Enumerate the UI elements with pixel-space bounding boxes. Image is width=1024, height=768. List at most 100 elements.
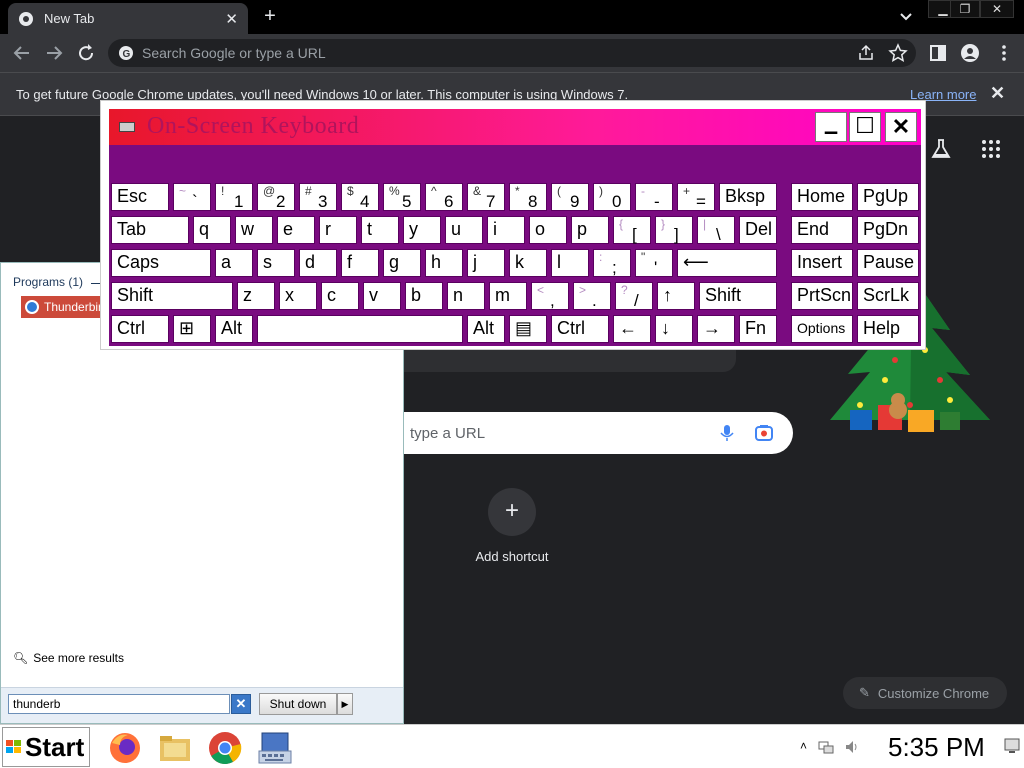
osk-key-0-4[interactable]: #3 <box>299 183 337 211</box>
bookmark-star-icon[interactable] <box>888 43 908 63</box>
osk-key-4-9[interactable]: → <box>697 315 735 343</box>
show-hidden-icons-button[interactable]: ˄ <box>800 739 807 753</box>
osk-key-1-13[interactable]: | \ <box>697 216 735 244</box>
osk-key-0-7[interactable]: ^ 6 <box>425 183 463 211</box>
start-button[interactable]: Start <box>2 727 90 767</box>
osk-key-1-0[interactable]: Tab <box>111 216 189 244</box>
osk-key-4-1[interactable]: ⊞ <box>173 315 211 343</box>
osk-title-bar[interactable]: On-Screen Keyboard ▁ ☐ ✕ <box>109 109 921 145</box>
osk-key-3-13[interactable]: PrtScn <box>791 282 853 310</box>
osk-key-1-3[interactable]: e <box>277 216 315 244</box>
osk-key-4-7[interactable]: ← <box>613 315 651 343</box>
side-panel-icon[interactable] <box>928 43 948 63</box>
osk-key-2-6[interactable]: h <box>425 249 463 277</box>
osk-key-1-10[interactable]: p <box>571 216 609 244</box>
shut-down-button[interactable]: Shut down <box>259 693 337 715</box>
osk-key-0-5[interactable]: $4 <box>341 183 379 211</box>
osk-minimize-button[interactable]: ▁ <box>815 112 847 142</box>
osk-key-1-8[interactable]: i <box>487 216 525 244</box>
osk-key-1-7[interactable]: u <box>445 216 483 244</box>
osk-key-2-7[interactable]: j <box>467 249 505 277</box>
reload-icon[interactable] <box>74 41 98 65</box>
osk-key-4-12[interactable]: Help <box>857 315 919 343</box>
osk-key-2-14[interactable]: Pause <box>857 249 919 277</box>
address-input[interactable] <box>142 45 916 61</box>
osk-key-2-2[interactable]: s <box>257 249 295 277</box>
osk-key-3-12[interactable]: Shift <box>699 282 777 310</box>
file-explorer-icon[interactable] <box>156 729 194 767</box>
menu-kebab-icon[interactable] <box>994 43 1014 63</box>
osk-key-1-16[interactable]: PgDn <box>857 216 919 244</box>
osk-key-0-9[interactable]: * 8 <box>509 183 547 211</box>
start-search-input[interactable] <box>8 694 230 714</box>
osk-key-0-8[interactable]: & 7 <box>467 183 505 211</box>
osk-key-3-1[interactable]: z <box>237 282 275 310</box>
osk-key-4-3[interactable] <box>257 315 463 343</box>
osk-key-1-2[interactable]: w <box>235 216 273 244</box>
shut-down-options-arrow[interactable]: ▶ <box>337 693 353 715</box>
osk-maximize-button[interactable]: ☐ <box>849 112 881 142</box>
osk-key-3-2[interactable]: x <box>279 282 317 310</box>
network-icon[interactable] <box>818 739 834 755</box>
profile-avatar-icon[interactable] <box>960 43 980 63</box>
see-more-results-link[interactable]: 🔍︎ See more results <box>13 651 124 665</box>
microphone-icon[interactable] <box>717 423 737 443</box>
clear-search-button[interactable]: ✕ <box>231 694 251 714</box>
tab-close-button[interactable]: ✕ <box>225 10 238 28</box>
osk-close-button[interactable]: ✕ <box>885 112 917 142</box>
add-shortcut-tile[interactable]: + Add shortcut <box>472 488 552 564</box>
show-desktop-icon[interactable] <box>1004 737 1020 755</box>
infobar-close-button[interactable]: ✕ <box>990 83 1005 104</box>
osk-key-2-10[interactable]: :; <box>593 249 631 277</box>
osk-key-4-11[interactable]: Options <box>791 315 853 343</box>
osk-key-4-2[interactable]: Alt <box>215 315 253 343</box>
osk-key-2-11[interactable]: " ' <box>635 249 673 277</box>
address-bar[interactable]: G <box>108 39 916 67</box>
osk-key-3-10[interactable]: ? / <box>615 282 653 310</box>
osk-key-4-5[interactable]: ▤ <box>509 315 547 343</box>
on-screen-keyboard-taskbar-icon[interactable] <box>256 729 294 767</box>
osk-key-0-16[interactable]: PgUp <box>857 183 919 211</box>
osk-key-2-5[interactable]: g <box>383 249 421 277</box>
search-result-thunderbird[interactable]: Thunderbird <box>21 296 103 318</box>
share-icon[interactable] <box>856 43 876 63</box>
osk-key-2-13[interactable]: Insert <box>791 249 853 277</box>
labs-flask-icon[interactable] <box>928 136 954 162</box>
osk-key-0-1[interactable]: ~ ` <box>173 183 211 211</box>
osk-key-0-0[interactable]: Esc <box>111 183 169 211</box>
close-window-button[interactable]: ✕ <box>980 0 1014 18</box>
back-icon[interactable] <box>10 41 34 65</box>
osk-key-4-0[interactable]: Ctrl <box>111 315 169 343</box>
osk-key-4-10[interactable]: Fn <box>739 315 777 343</box>
osk-key-1-4[interactable]: r <box>319 216 357 244</box>
osk-key-2-9[interactable]: l <box>551 249 589 277</box>
osk-key-3-9[interactable]: >. <box>573 282 611 310</box>
osk-key-3-7[interactable]: m <box>489 282 527 310</box>
osk-key-2-3[interactable]: d <box>299 249 337 277</box>
osk-key-4-4[interactable]: Alt <box>467 315 505 343</box>
osk-key-0-3[interactable]: @2 <box>257 183 295 211</box>
osk-key-0-13[interactable]: + = <box>677 183 715 211</box>
osk-key-2-1[interactable]: a <box>215 249 253 277</box>
osk-key-0-14[interactable]: Bksp <box>719 183 777 211</box>
osk-key-2-0[interactable]: Caps <box>111 249 211 277</box>
osk-key-3-6[interactable]: n <box>447 282 485 310</box>
ntp-search-box[interactable]: type a URL <box>404 412 793 454</box>
osk-key-0-15[interactable]: Home <box>791 183 853 211</box>
osk-key-0-2[interactable]: ! 1 <box>215 183 253 211</box>
customize-chrome-button[interactable]: ✎ Customize Chrome <box>843 677 1007 709</box>
osk-key-3-5[interactable]: b <box>405 282 443 310</box>
osk-key-1-1[interactable]: q <box>193 216 231 244</box>
firefox-icon[interactable] <box>106 729 144 767</box>
osk-key-2-4[interactable]: f <box>341 249 379 277</box>
osk-key-1-6[interactable]: y <box>403 216 441 244</box>
osk-key-2-8[interactable]: k <box>509 249 547 277</box>
volume-icon[interactable] <box>844 739 860 755</box>
osk-key-3-0[interactable]: Shift <box>111 282 233 310</box>
osk-key-3-4[interactable]: v <box>363 282 401 310</box>
osk-key-1-14[interactable]: Del <box>739 216 777 244</box>
forward-icon[interactable] <box>42 41 66 65</box>
osk-key-0-11[interactable]: ) 0 <box>593 183 631 211</box>
chrome-taskbar-icon[interactable] <box>206 729 244 767</box>
osk-key-3-3[interactable]: c <box>321 282 359 310</box>
